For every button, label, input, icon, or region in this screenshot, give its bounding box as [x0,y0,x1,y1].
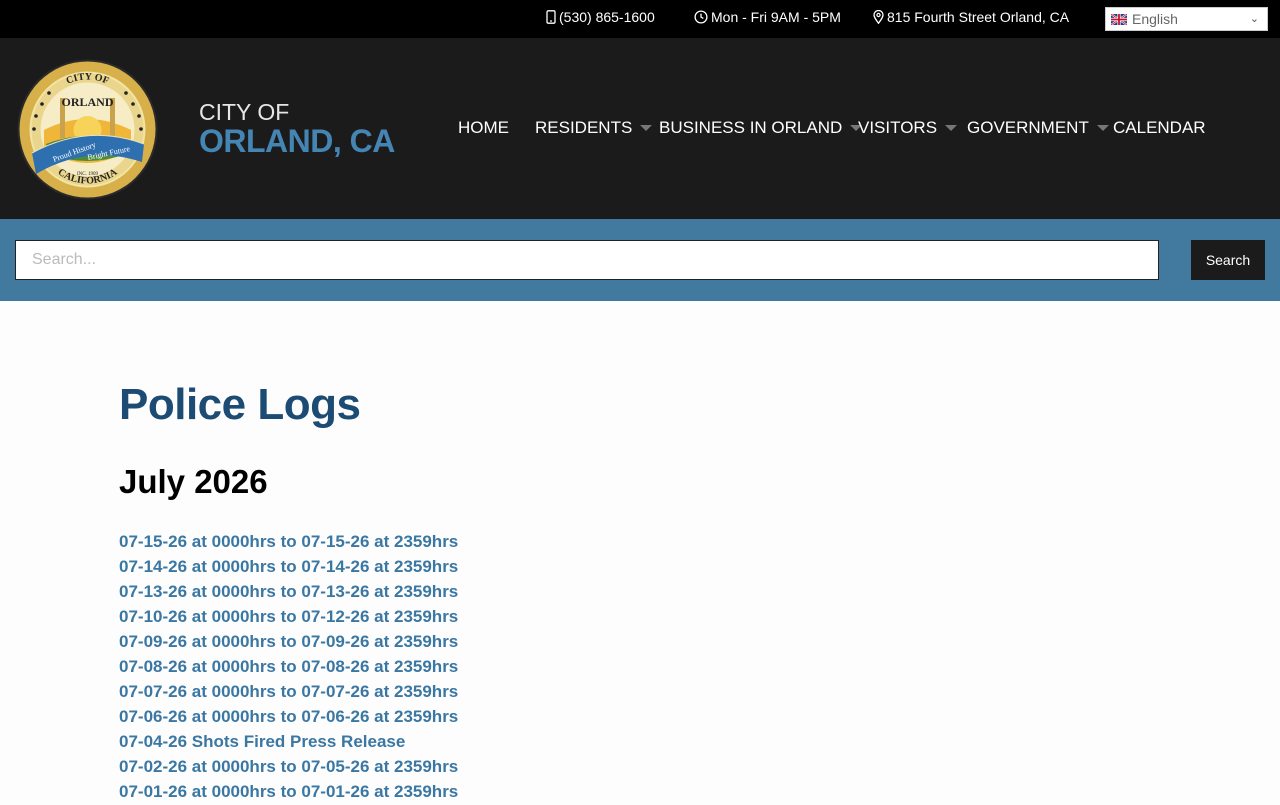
police-log-link[interactable]: 07-01-26 at 0000hrs to 07-01-26 at 2359h… [119,782,458,801]
nav-government[interactable]: GOVERNMENT [967,118,1109,138]
list-item: 07-13-26 at 0000hrs to 07-13-26 at 2359h… [119,580,1119,605]
phone-number: (530) 865-1600 [559,9,655,25]
nav-calendar[interactable]: CALENDAR [1113,118,1206,138]
search-band: Search [0,219,1280,301]
police-log-link[interactable]: 07-10-26 at 0000hrs to 07-12-26 at 2359h… [119,607,458,626]
police-log-link[interactable]: 07-02-26 at 0000hrs to 07-05-26 at 2359h… [119,757,458,776]
list-item: 07-01-26 at 0000hrs to 07-01-26 at 2359h… [119,780,1119,805]
map-pin-icon [873,10,884,24]
list-item: 07-14-26 at 0000hrs to 07-14-26 at 2359h… [119,555,1119,580]
nav-home-label: HOME [458,118,509,137]
police-log-list: 07-15-26 at 0000hrs to 07-15-26 at 2359h… [119,530,1119,805]
list-item: 07-06-26 at 0000hrs to 07-06-26 at 2359h… [119,705,1119,730]
police-log-link[interactable]: 07-06-26 at 0000hrs to 07-06-26 at 2359h… [119,707,458,726]
page-title: Police Logs [119,380,361,429]
nav-home[interactable]: HOME [458,118,509,138]
list-item: 07-10-26 at 0000hrs to 07-12-26 at 2359h… [119,605,1119,630]
police-log-link[interactable]: 07-07-26 at 0000hrs to 07-07-26 at 2359h… [119,682,458,701]
month-heading: July 2026 [119,463,268,500]
address-info[interactable]: 815 Fourth Street Orland, CA [873,9,1069,25]
list-item: 07-09-26 at 0000hrs to 07-09-26 at 2359h… [119,630,1119,655]
top-info-bar: (530) 865-1600 Mon - Fri 9AM - 5PM 815 F… [0,0,1280,38]
chevron-down-icon: ⌄ [1249,13,1259,25]
office-hours: Mon - Fri 9AM - 5PM [711,9,841,25]
police-log-link[interactable]: 07-14-26 at 0000hrs to 07-14-26 at 2359h… [119,557,458,576]
uk-flag-icon [1111,13,1127,25]
main-content: Police Logs July 2026 07-15-26 at 0000hr… [119,378,1119,805]
nav-residents[interactable]: RESIDENTS [535,118,653,138]
nav-residents-label: RESIDENTS [535,118,633,137]
nav-calendar-label: CALENDAR [1113,118,1206,137]
search-input[interactable] [15,240,1159,280]
language-label: English [1132,11,1178,27]
nav-government-label: GOVERNMENT [967,118,1089,137]
brand-city-of: CITY OF [199,99,290,125]
police-log-link[interactable]: 07-09-26 at 0000hrs to 07-09-26 at 2359h… [119,632,458,651]
caret-down-icon [640,125,653,131]
press-release-link[interactable]: 07-04-26 Shots Fired Press Release [119,732,405,751]
brand-city-name: ORLAND, CA [199,123,395,159]
police-log-link[interactable]: 07-08-26 at 0000hrs to 07-08-26 at 2359h… [119,657,458,676]
clock-icon [694,10,708,24]
list-item: 07-08-26 at 0000hrs to 07-08-26 at 2359h… [119,655,1119,680]
nav-business[interactable]: BUSINESS IN ORLAND [659,118,863,138]
search-button[interactable]: Search [1191,240,1265,280]
seal-city-name: ORLAND [61,95,113,109]
city-seal-logo[interactable]: Proud History Bright Future CITY OF ORLA… [16,58,159,201]
police-log-link[interactable]: 07-15-26 at 0000hrs to 07-15-26 at 2359h… [119,532,458,551]
list-item: 07-04-26 Shots Fired Press Release [119,730,1119,755]
hours-info: Mon - Fri 9AM - 5PM [694,9,841,25]
nav-business-label: BUSINESS IN ORLAND [659,118,843,137]
street-address: 815 Fourth Street Orland, CA [887,9,1070,25]
site-header: Proud History Bright Future CITY OF ORLA… [0,38,1280,219]
site-brand[interactable]: CITY OF ORLAND, CA [199,100,395,158]
caret-down-icon [945,125,958,131]
phone-info[interactable]: (530) 865-1600 [546,9,655,25]
police-log-link[interactable]: 07-13-26 at 0000hrs to 07-13-26 at 2359h… [119,582,458,601]
language-select[interactable]: English ⌄ [1105,7,1268,31]
list-item: 07-07-26 at 0000hrs to 07-07-26 at 2359h… [119,680,1119,705]
nav-visitors-label: VISITORS [858,118,938,137]
list-item: 07-02-26 at 0000hrs to 07-05-26 at 2359h… [119,755,1119,780]
caret-down-icon [1096,125,1109,131]
mobile-phone-icon [546,10,556,24]
nav-visitors[interactable]: VISITORS [858,118,958,138]
list-item: 07-15-26 at 0000hrs to 07-15-26 at 2359h… [119,530,1119,555]
